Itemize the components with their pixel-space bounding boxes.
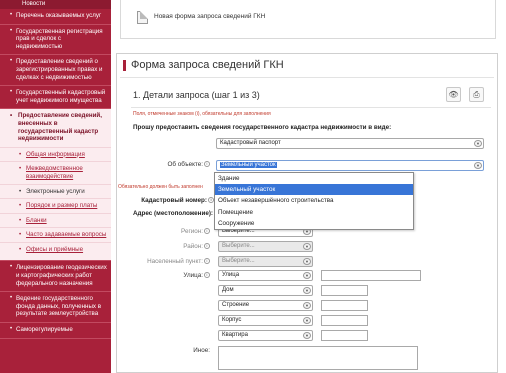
sidebar-item-registered-rights-info[interactable]: Предоставление сведений о зарегистрирова… xyxy=(0,55,111,87)
request-form-panel: Форма запроса сведений ГКН 1. Детали зап… xyxy=(116,53,498,373)
sidebar-item-services-list[interactable]: Перечень оказываемых услуг xyxy=(0,9,111,25)
sidebar-subitem-offices[interactable]: Офисы и приёмные xyxy=(0,241,111,257)
mandatory-note: Обязательно должен быть заполнен xyxy=(118,184,203,190)
chevron-down-icon: ▼ xyxy=(303,287,311,294)
object-value: Земельный участок xyxy=(220,162,277,168)
new-form-link[interactable]: Новая форма запроса сведений ГКН xyxy=(154,13,265,20)
chevron-down-icon: ▼ xyxy=(474,140,482,147)
object-label: Об объекте: i xyxy=(168,161,210,168)
street-type-select[interactable]: Улица ▼ xyxy=(218,270,313,281)
info-icon: i xyxy=(204,161,210,168)
chevron-down-icon: ▼ xyxy=(303,317,311,324)
building-type-value: Строение xyxy=(222,302,250,308)
help-icon[interactable]: 👁 xyxy=(446,87,461,102)
chevron-down-icon: ▼ xyxy=(303,302,311,309)
sidebar-active-section: Предоставление сведений, внесенных в гос… xyxy=(0,109,111,262)
region-label: Регион: i xyxy=(181,228,210,235)
locality-value: Выберите... xyxy=(222,258,255,264)
document-type-value: Кадастровый паспорт xyxy=(220,140,281,146)
new-form-card: Новая форма запроса сведений ГКН xyxy=(120,0,496,39)
info-icon: i xyxy=(204,243,210,250)
district-label: Район: i xyxy=(183,243,210,250)
korpus-input[interactable] xyxy=(321,315,368,326)
sidebar-item-gkn-info[interactable]: Предоставление сведений, внесенных в гос… xyxy=(0,109,111,146)
step-divider xyxy=(131,107,491,108)
chevron-down-icon: ▼ xyxy=(474,162,482,169)
house-type-select[interactable]: Дом ▼ xyxy=(218,285,313,296)
sidebar-subitem-general-info[interactable]: Общая информация xyxy=(0,146,111,162)
locality-select[interactable]: Выберите... ▼ xyxy=(218,256,313,267)
request-prompt: Прошу предоставить сведения государствен… xyxy=(133,124,392,131)
cadastral-number-label: Кадастровый номер: i xyxy=(141,197,214,204)
korpus-type-value: Корпус xyxy=(222,317,242,323)
print-icon[interactable]: ⎙ xyxy=(469,87,484,102)
street-type-value: Улица xyxy=(222,272,240,278)
info-icon: i xyxy=(204,228,210,235)
house-input[interactable] xyxy=(321,285,368,296)
apartment-type-select[interactable]: Квартира ▼ xyxy=(218,330,313,341)
sidebar-subitem-forms[interactable]: Бланки xyxy=(0,212,111,228)
page-title: Форма запроса сведений ГКН xyxy=(123,60,284,71)
title-divider xyxy=(120,77,494,78)
sidebar: Новости Перечень оказываемых услуг Госуд… xyxy=(0,0,111,373)
sidebar-subitem-e-services[interactable]: Электронные услуги xyxy=(0,183,111,199)
apartment-input[interactable] xyxy=(321,330,368,341)
street-input[interactable] xyxy=(321,270,421,281)
korpus-type-select[interactable]: Корпус ▼ xyxy=(218,315,313,326)
object-option[interactable]: Помещение xyxy=(215,207,413,218)
sidebar-item-licensing[interactable]: Лицензирование геодезических и картограф… xyxy=(0,261,111,293)
house-type-value: Дом xyxy=(222,287,234,293)
document-type-select[interactable]: Кадастровый паспорт ▼ xyxy=(216,138,484,149)
street-label: Улица: i xyxy=(183,272,210,279)
chevron-down-icon: ▼ xyxy=(303,272,311,279)
sidebar-subitem-faq[interactable]: Часто задаваемые вопросы xyxy=(0,227,111,242)
object-select[interactable]: Земельный участок ▼ xyxy=(216,160,484,171)
step-title: 1. Детали запроса (шаг 1 из 3) xyxy=(133,90,260,100)
info-icon: i xyxy=(204,272,210,279)
building-input[interactable] xyxy=(321,300,368,311)
sidebar-subitem-interagency[interactable]: Межведомственное взаимодействие xyxy=(0,161,111,183)
info-icon: i xyxy=(204,258,210,265)
document-icon xyxy=(137,11,148,24)
address-label: Адрес (местоположение): xyxy=(133,210,214,217)
locality-label: Населенный пункт: i xyxy=(147,258,210,265)
building-type-select[interactable]: Строение ▼ xyxy=(218,300,313,311)
sidebar-item-cadastral-accounting[interactable]: Государственный кадастровый учет недвижи… xyxy=(0,86,111,110)
other-label: Иное: xyxy=(193,347,210,354)
required-fields-note: Поля, отмеченные знаком (i), обязательны… xyxy=(133,111,271,117)
object-option[interactable]: Объект незавершённого строительства xyxy=(215,195,413,206)
district-select[interactable]: Выберите... ▼ xyxy=(218,241,313,252)
district-value: Выберите... xyxy=(222,243,255,249)
sidebar-item-land-data-fund[interactable]: Ведение государственного фонда данных, п… xyxy=(0,292,111,324)
sidebar-subitem-fees[interactable]: Порядок и размер платы xyxy=(0,198,111,213)
chevron-down-icon: ▼ xyxy=(303,258,311,265)
chevron-down-icon: ▼ xyxy=(303,332,311,339)
object-option[interactable]: Здание xyxy=(215,173,413,184)
object-option[interactable]: Сооружение xyxy=(215,218,413,229)
object-option-selected[interactable]: Земельный участок xyxy=(215,184,413,196)
chevron-down-icon: ▼ xyxy=(303,243,311,250)
apartment-type-value: Квартира xyxy=(222,332,248,338)
sidebar-top-link[interactable]: Новости xyxy=(0,0,111,9)
other-textarea[interactable] xyxy=(218,346,418,370)
object-dropdown-list: Здание Земельный участок Объект незаверш… xyxy=(214,172,414,230)
sidebar-item-state-registration[interactable]: Государственная регистрация прав и сдело… xyxy=(0,25,111,56)
sidebar-item-self-regulated[interactable]: Саморегулируемые xyxy=(0,323,111,339)
